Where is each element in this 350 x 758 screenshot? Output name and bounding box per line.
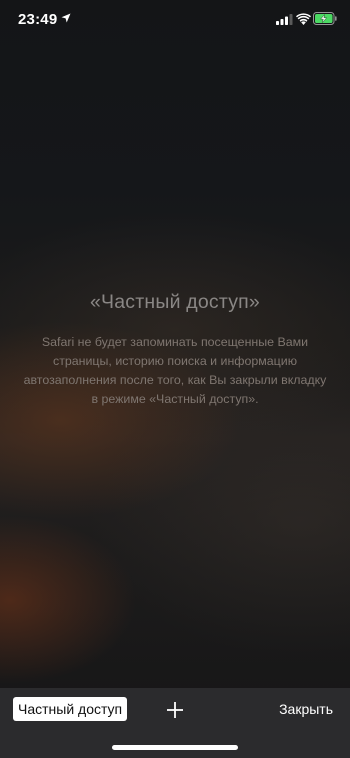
close-button[interactable]: Закрыть xyxy=(279,700,333,718)
location-arrow-icon xyxy=(61,13,71,23)
private-browsing-title: «Частный доступ» xyxy=(90,291,260,313)
home-indicator[interactable] xyxy=(112,745,238,750)
private-browsing-description: Safari не будет запоминать посещенные Ва… xyxy=(23,335,327,406)
safari-private-screen: 23:49 «Частный доступ» Safari не будет з… xyxy=(0,0,350,758)
new-tab-plus-icon[interactable] xyxy=(165,700,185,720)
status-bar: 23:49 xyxy=(0,0,350,44)
battery-charging-icon xyxy=(313,12,337,25)
cellular-signal-icon xyxy=(276,14,293,25)
private-mode-toggle[interactable]: Частный доступ xyxy=(13,697,128,721)
wifi-icon xyxy=(296,13,311,25)
status-time: 23:49 xyxy=(18,11,58,28)
